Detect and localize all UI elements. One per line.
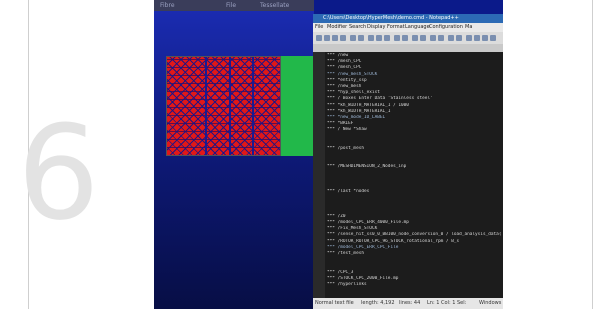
editor-menu-item[interactable]: Format	[387, 24, 405, 30]
editor-menu-item[interactable]: Search	[349, 24, 366, 30]
sync-icon[interactable]	[448, 35, 454, 41]
editor-menu-item[interactable]: Modifier	[327, 24, 347, 30]
status-encoding: Windows	[479, 300, 502, 306]
mesh-band	[252, 57, 254, 155]
macro-stop-icon[interactable]	[490, 35, 496, 41]
close-icon[interactable]	[350, 35, 356, 41]
status-file-type: Normal text file	[315, 300, 354, 306]
editor-title: C:\Users\Desktop\HyperMesh\demo.cmd - No…	[323, 15, 459, 21]
viewer-menu-item[interactable]: Tessellate	[260, 2, 289, 9]
undo-icon[interactable]	[394, 35, 400, 41]
copy-icon[interactable]	[376, 35, 382, 41]
editor-toolbar	[313, 32, 503, 44]
wrap-icon[interactable]	[456, 35, 462, 41]
viewer-menu-item[interactable]: Fibre	[160, 2, 175, 9]
paste-icon[interactable]	[384, 35, 390, 41]
code-line[interactable]: *** /hyperlinks	[327, 282, 501, 288]
editor-menu-item[interactable]: File	[315, 24, 323, 30]
save-all-icon[interactable]	[340, 35, 346, 41]
code-line[interactable]: *** /sense_hit_ss0_0_BB100_node_conversi…	[327, 232, 501, 238]
editor-window[interactable]: C:\Users\Desktop\HyperMesh\demo.cmd - No…	[313, 14, 503, 309]
green-mesh-region	[281, 56, 313, 156]
zoom-out-icon[interactable]	[438, 35, 444, 41]
editor-statusbar: Normal text file length: 4,192 lines: 44…	[313, 298, 503, 309]
viewer-menu-item[interactable]: File	[226, 2, 236, 9]
mesh-band	[229, 57, 231, 155]
code-area[interactable]: *** /new *** /mesh_CPC *** /mesh_CPC *** /n…	[327, 53, 501, 288]
zoom-in-icon[interactable]	[430, 35, 436, 41]
editor-menu-item[interactable]: Display	[367, 24, 385, 30]
status-position: Ln: 1 Col: 1 Sel:	[427, 300, 467, 306]
save-icon[interactable]	[332, 35, 338, 41]
print-icon[interactable]	[358, 35, 364, 41]
editor-menu-item[interactable]: Configuration	[429, 24, 463, 30]
indent-icon[interactable]	[466, 35, 472, 41]
editor-menu-item[interactable]: Ma	[465, 24, 472, 30]
macro-play-icon[interactable]	[482, 35, 488, 41]
line-number-gutter	[313, 52, 325, 298]
mesh-model[interactable]	[166, 56, 281, 156]
new-file-icon[interactable]	[316, 35, 322, 41]
replace-icon[interactable]	[420, 35, 426, 41]
redo-icon[interactable]	[402, 35, 408, 41]
open-file-icon[interactable]	[324, 35, 330, 41]
editor-menubar: File Modifier Search Display Format Lang…	[313, 23, 503, 32]
editor-menu-item[interactable]: Language	[405, 24, 430, 30]
status-lines: lines: 44	[399, 300, 421, 306]
cut-icon[interactable]	[368, 35, 374, 41]
viewer-menubar: Fibre File Tessellate	[154, 0, 314, 11]
editor-titlebar: C:\Users\Desktop\HyperMesh\demo.cmd - No…	[313, 14, 503, 23]
editor-tab-strip[interactable]	[313, 44, 503, 52]
status-length: length: 4,192	[361, 300, 395, 306]
find-icon[interactable]	[412, 35, 418, 41]
background-digit: 6	[17, 97, 100, 249]
mesh-band	[205, 57, 207, 155]
macro-record-icon[interactable]	[474, 35, 480, 41]
